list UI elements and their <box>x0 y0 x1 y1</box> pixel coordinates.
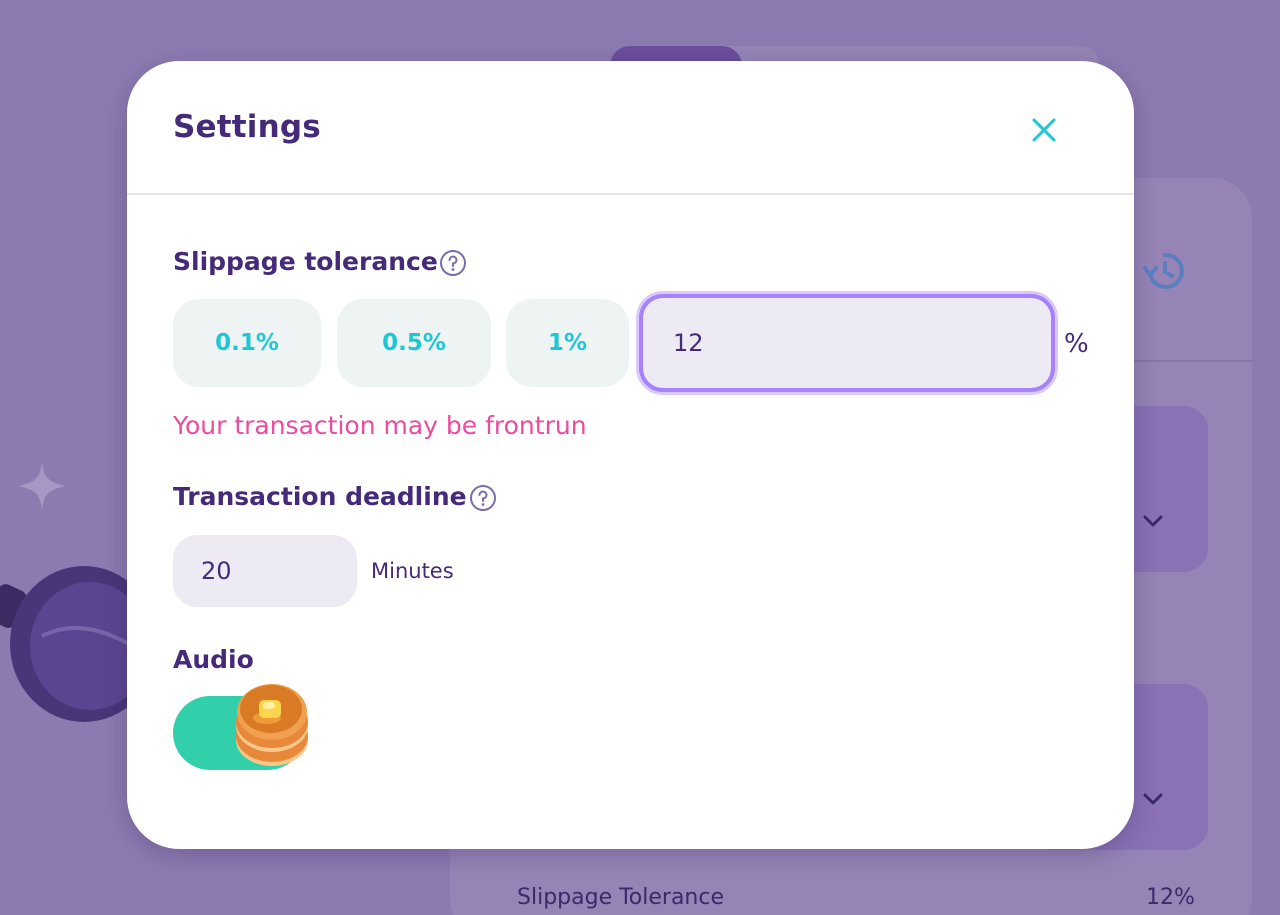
transaction-deadline-label: Transaction deadline <box>173 482 467 511</box>
slippage-preset-0-1[interactable]: 0.1% <box>173 299 321 387</box>
slippage-tolerance-label: Slippage tolerance <box>173 247 438 276</box>
help-icon[interactable] <box>439 249 467 277</box>
modal-title: Settings <box>173 109 321 145</box>
slippage-preset-0-5[interactable]: 0.5% <box>337 299 491 387</box>
close-icon <box>1032 118 1056 142</box>
settings-modal: Settings Slippage tolerance 0.1% 0.5% 1%… <box>127 61 1134 849</box>
history-icon <box>1143 252 1184 289</box>
slippage-percent-unit: % <box>1064 329 1089 359</box>
close-button[interactable] <box>1017 103 1071 157</box>
help-icon[interactable] <box>469 484 497 512</box>
sparkle-icon <box>18 462 66 510</box>
pancake-icon[interactable] <box>227 678 317 770</box>
slippage-warning: Your transaction may be frontrun <box>173 411 587 440</box>
modal-header: Settings <box>127 61 1134 195</box>
slippage-preset-1[interactable]: 1% <box>506 299 629 387</box>
chevron-down-icon <box>1143 793 1163 805</box>
bg-slippage-label: Slippage Tolerance <box>517 885 725 910</box>
audio-label: Audio <box>173 645 254 674</box>
frying-pan-icon <box>0 566 142 722</box>
bg-slippage-value: 12% <box>1146 885 1195 910</box>
deadline-input[interactable] <box>173 535 357 607</box>
chevron-down-icon <box>1143 515 1163 527</box>
deadline-unit: Minutes <box>371 559 454 583</box>
slippage-custom-input[interactable] <box>639 294 1055 392</box>
